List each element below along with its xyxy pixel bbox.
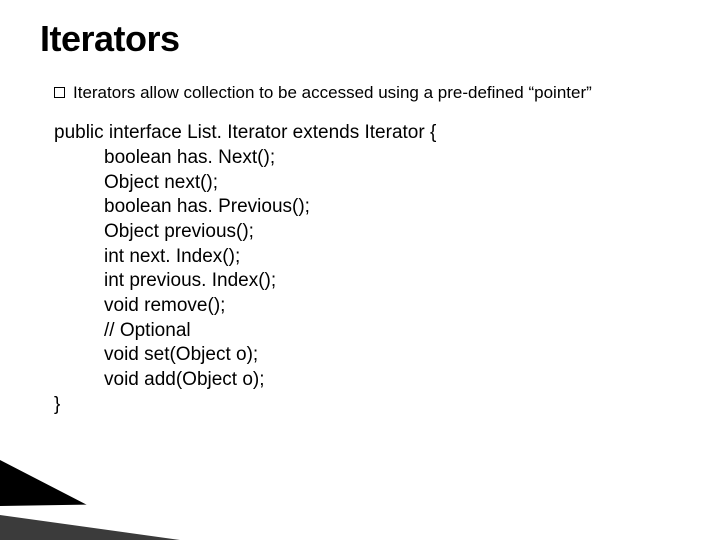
code-line-5: Object previous();: [104, 220, 680, 245]
code-line-1: public interface List. Iterator extends …: [54, 121, 680, 146]
slide-title: Iterators: [40, 18, 680, 60]
code-line-8: void remove();: [104, 294, 680, 319]
code-line-3: Object next();: [104, 171, 680, 196]
code-line-2: boolean has. Next();: [104, 146, 680, 171]
code-line-4: boolean has. Previous();: [104, 195, 680, 220]
code-line-11: void add(Object o);: [104, 368, 680, 393]
code-line-7: int previous. Index();: [104, 269, 680, 294]
bullet-text: Iterators allow collection to be accesse…: [73, 82, 592, 103]
checkbox-icon: [54, 87, 65, 98]
code-line-6: int next. Index();: [104, 245, 680, 270]
corner-decoration: [0, 460, 200, 540]
code-line-12: }: [54, 393, 680, 418]
bullet-area: Iterators allow collection to be accesse…: [54, 82, 680, 103]
code-line-10: void set(Object o);: [104, 343, 680, 368]
code-line-9: // Optional: [104, 319, 680, 344]
code-block: public interface List. Iterator extends …: [54, 121, 680, 417]
slide-container: Iterators Iterators allow collection to …: [0, 0, 720, 540]
bullet-row: Iterators allow collection to be accesse…: [54, 82, 680, 103]
